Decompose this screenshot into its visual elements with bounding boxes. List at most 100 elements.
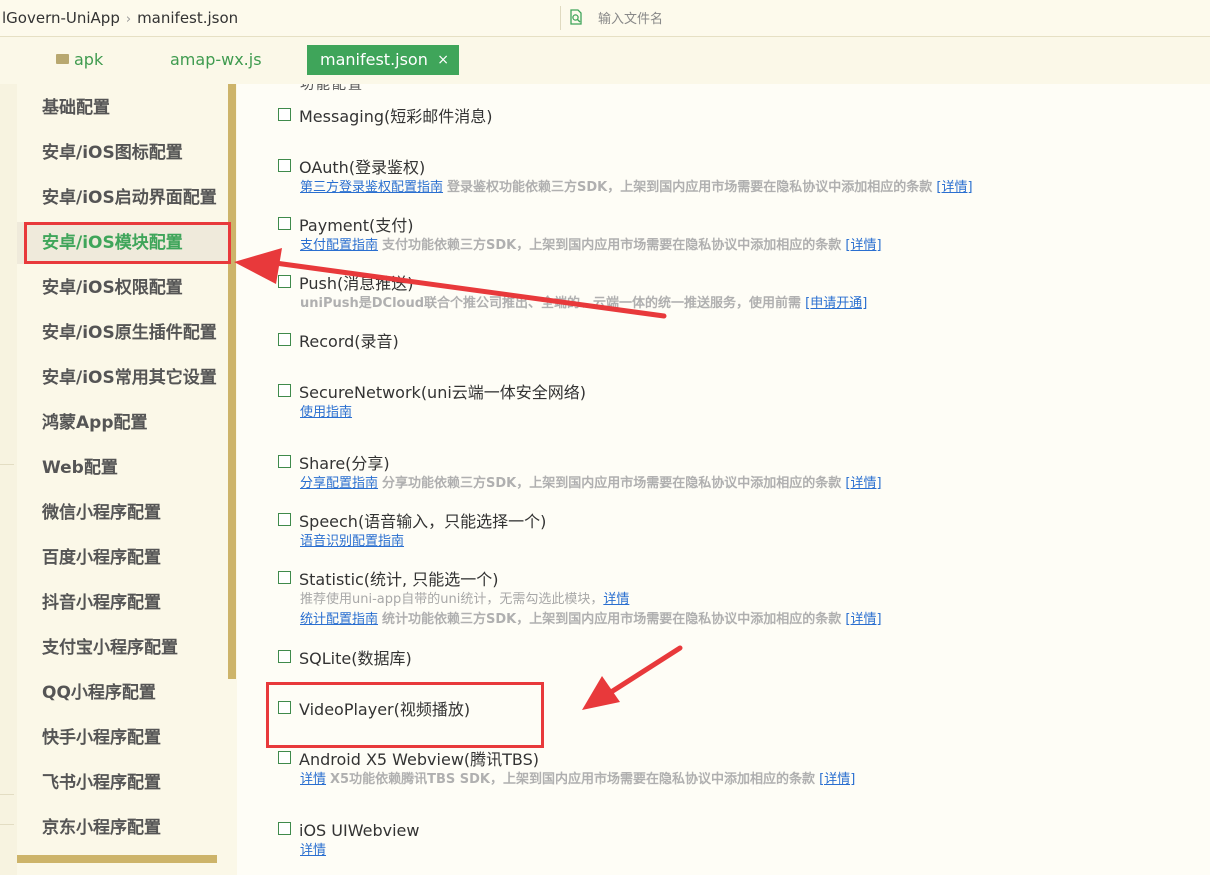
tab-manifest-json[interactable]: manifest.json × [307, 45, 459, 75]
module-oauth: OAuth(登录鉴权) 第三方登录鉴权配置指南 登录鉴权功能依赖三方SDK，上架到… [278, 156, 973, 198]
x5-checkbox[interactable] [278, 751, 291, 764]
module-desc: 登录鉴权功能依赖三方SDK，上架到国内应用市场需要在隐私协议中添加相应的条款 [447, 180, 933, 195]
sidebar-item-jd[interactable]: 京东小程序配置 [42, 815, 161, 841]
module-securenetwork: SecureNetwork(uni云端一体安全网络) 使用指南 [278, 381, 586, 423]
sidebar-item-baidu[interactable]: 百度小程序配置 [42, 545, 161, 571]
sidebar-item-other-settings[interactable]: 安卓/iOS常用其它设置 [42, 365, 217, 391]
tab-label: amap-wx.js [170, 50, 262, 69]
push-apply-link[interactable]: [申请开通] [805, 296, 867, 311]
module-x5-webview: Android X5 Webview(腾讯TBS) 详情 X5功能依赖腾讯TBS … [278, 748, 855, 790]
chevron-right-icon: › [125, 12, 132, 27]
module-push: Push(消息推送) uniPush是DCloud联合个推公司推出、全端的、云端… [278, 272, 867, 314]
sidebar-item-harmony[interactable]: 鸿蒙App配置 [42, 410, 148, 436]
module-title: OAuth(登录鉴权) [299, 157, 426, 177]
uiwebview-checkbox[interactable] [278, 822, 291, 835]
module-desc: 支付功能依赖三方SDK，上架到国内应用市场需要在隐私协议中添加相应的条款 [382, 238, 842, 253]
sidebar-item-native-plugins[interactable]: 安卓/iOS原生插件配置 [42, 320, 217, 346]
sidebar-item-feishu[interactable]: 飞书小程序配置 [42, 770, 161, 796]
sqlite-checkbox[interactable] [278, 650, 291, 663]
statistic-detail-link[interactable]: [详情] [845, 612, 881, 627]
editor-tabs: apk amap-wx.js manifest.json × [0, 37, 1210, 84]
sidebar-item-splash[interactable]: 安卓/iOS启动界面配置 [42, 185, 217, 211]
module-title: Push(消息推送) [299, 273, 414, 293]
messaging-checkbox[interactable] [278, 108, 291, 121]
module-title: Share(分享) [299, 453, 390, 473]
sidebar-item-weixin[interactable]: 微信小程序配置 [42, 500, 161, 526]
share-detail-link[interactable]: [详情] [845, 476, 881, 491]
statistic-checkbox[interactable] [278, 571, 291, 584]
close-icon[interactable]: × [437, 45, 449, 75]
statistic-guide-link[interactable]: 统计配置指南 [300, 612, 378, 627]
payment-guide-link[interactable]: 支付配置指南 [300, 238, 378, 253]
module-title: SecureNetwork(uni云端一体安全网络) [299, 382, 587, 402]
sidebar-item-basic[interactable]: 基础配置 [42, 95, 110, 121]
statistic-hint-link[interactable]: 详情 [603, 592, 629, 607]
speech-checkbox[interactable] [278, 513, 291, 526]
divider [560, 6, 561, 30]
module-title: Speech(语音输入，只能选择一个) [299, 511, 547, 531]
sidebar-item-permissions[interactable]: 安卓/iOS权限配置 [42, 275, 183, 301]
sidebar-item-alipay[interactable]: 支付宝小程序配置 [42, 635, 178, 661]
securenetwork-checkbox[interactable] [278, 384, 291, 397]
highlight-box-videoplayer [266, 682, 544, 748]
payment-checkbox[interactable] [278, 217, 291, 230]
tab-label: apk [74, 50, 104, 69]
oauth-checkbox[interactable] [278, 159, 291, 172]
sidebar-item-douyin[interactable]: 抖音小程序配置 [42, 590, 161, 616]
search-file-icon [570, 9, 582, 25]
x5-detail-link[interactable]: 详情 [300, 772, 326, 787]
sidebar-item-kuaishou[interactable]: 快手小程序配置 [42, 725, 161, 751]
tab-apk[interactable]: apk [56, 45, 103, 75]
breadcrumb: lGovern-UniApp › manifest.json [2, 9, 238, 27]
statistic-hint: 推荐使用uni-app自带的uni统计，无需勾选此模块， [300, 592, 604, 607]
module-title: Record(录音) [299, 331, 399, 351]
breadcrumb-project[interactable]: lGovern-UniApp [2, 9, 120, 27]
top-bar: lGovern-UniApp › manifest.json [0, 0, 1210, 37]
left-gutter [0, 84, 17, 875]
module-share: Share(分享) 分享配置指南 分享功能依赖三方SDK，上架到国内应用市场需要在… [278, 452, 882, 494]
share-guide-link[interactable]: 分享配置指南 [300, 476, 378, 491]
module-title: Payment(支付) [299, 215, 414, 235]
speech-guide-link[interactable]: 语音识别配置指南 [300, 534, 404, 549]
module-title: Statistic(统计, 只能选一个) [299, 569, 499, 589]
section-header-partial: 功能配置 [300, 84, 364, 93]
sidebar-scrollbar[interactable] [228, 84, 236, 679]
module-statistic: Statistic(统计, 只能选一个) 推荐使用uni-app自带的uni统计… [278, 568, 882, 630]
module-desc: uniPush是DCloud联合个推公司推出、全端的、云端一体的统一推送服务，使… [300, 296, 802, 311]
file-search [566, 6, 1210, 32]
oauth-detail-link[interactable]: [详情] [936, 180, 972, 195]
config-sidebar: 基础配置 安卓/iOS图标配置 安卓/iOS启动界面配置 安卓/iOS模块配置 … [17, 84, 228, 875]
module-record: Record(录音) [278, 330, 399, 352]
tab-label: manifest.json [320, 50, 428, 69]
x5-detail-link-2[interactable]: [详情] [819, 772, 855, 787]
push-checkbox[interactable] [278, 275, 291, 288]
oauth-guide-link[interactable]: 第三方登录鉴权配置指南 [300, 180, 443, 195]
module-speech: Speech(语音输入，只能选择一个) 语音识别配置指南 [278, 510, 546, 552]
search-input[interactable] [596, 6, 1160, 32]
module-title: iOS UIWebview [299, 820, 420, 840]
module-sqlite: SQLite(数据库) [278, 647, 412, 669]
sidebar-item-icons[interactable]: 安卓/iOS图标配置 [42, 140, 183, 166]
highlight-box-sidebar [24, 222, 231, 264]
tab-amap-wx-js[interactable]: amap-wx.js [170, 45, 262, 75]
securenetwork-guide-link[interactable]: 使用指南 [300, 405, 352, 420]
sidebar-item-web[interactable]: Web配置 [42, 455, 118, 481]
module-messaging: Messaging(短彩邮件消息) [278, 105, 493, 127]
record-checkbox[interactable] [278, 333, 291, 346]
module-desc: 统计功能依赖三方SDK，上架到国内应用市场需要在隐私协议中添加相应的条款 [382, 612, 842, 627]
payment-detail-link[interactable]: [详情] [845, 238, 881, 253]
module-payment: Payment(支付) 支付配置指南 支付功能依赖三方SDK，上架到国内应用市场需… [278, 214, 882, 256]
uiwebview-detail-link[interactable]: 详情 [300, 843, 326, 858]
breadcrumb-file[interactable]: manifest.json [137, 9, 238, 27]
module-ios-uiwebview: iOS UIWebview 详情 [278, 819, 419, 861]
modules-panel: 功能配置 Messaging(短彩邮件消息) OAuth(登录鉴权) 第三方登录… [237, 84, 1210, 875]
folder-icon [56, 54, 69, 64]
module-title: Messaging(短彩邮件消息) [299, 106, 493, 126]
module-desc: X5功能依赖腾讯TBS SDK，上架到国内应用市场需要在隐私协议中添加相应的条款 [330, 772, 815, 787]
module-title: SQLite(数据库) [299, 648, 412, 668]
module-title: Android X5 Webview(腾讯TBS) [299, 749, 540, 769]
module-desc: 分享功能依赖三方SDK，上架到国内应用市场需要在隐私协议中添加相应的条款 [382, 476, 842, 491]
sidebar-item-qq[interactable]: QQ小程序配置 [42, 680, 156, 706]
horizontal-scrollbar[interactable] [17, 855, 217, 863]
share-checkbox[interactable] [278, 455, 291, 468]
